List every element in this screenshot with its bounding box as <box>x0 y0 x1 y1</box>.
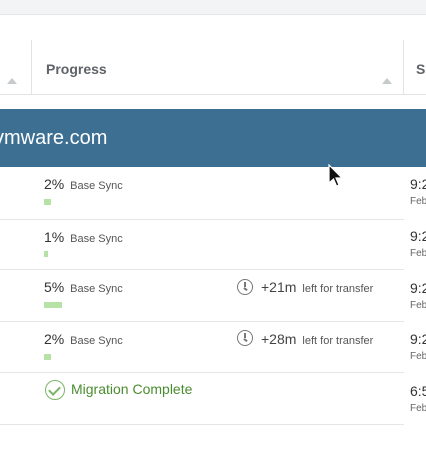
start-time: 9:2 <box>410 280 426 296</box>
table-row[interactable] <box>0 270 426 322</box>
top-toolbar-strip <box>0 0 426 15</box>
progress-text: 1% Base Sync <box>44 229 123 245</box>
start-time: 9:2 <box>410 331 426 347</box>
start-time: 6:5 <box>410 383 426 399</box>
progress-label: Base Sync <box>70 180 123 192</box>
progress-bar <box>44 251 48 257</box>
start-time: 9:2 <box>410 228 426 244</box>
migration-status: Migration Complete <box>71 381 193 397</box>
table-row[interactable] <box>0 167 426 219</box>
column-divider <box>403 40 404 94</box>
clock-icon <box>237 330 253 346</box>
sort-caret-icon[interactable] <box>7 78 17 84</box>
sort-caret-icon[interactable] <box>382 78 392 84</box>
start-date: Feb <box>410 403 426 414</box>
progress-percent: 2% <box>44 176 65 192</box>
eta-text: +21m left for transfer <box>261 279 373 295</box>
eta-label: left for transfer <box>302 335 374 347</box>
group-name: vmware.com <box>0 127 108 149</box>
progress-text: 5% Base Sync <box>44 279 123 295</box>
progress-bar <box>44 354 51 360</box>
table-row[interactable] <box>0 220 426 272</box>
table-row[interactable] <box>0 322 426 374</box>
progress-percent: 5% <box>44 279 65 295</box>
progress-label: Base Sync <box>70 283 123 295</box>
progress-percent: 1% <box>44 229 65 245</box>
start-time: 9:2 <box>410 176 426 192</box>
mouse-cursor-icon <box>328 164 343 187</box>
start-date: Feb <box>410 196 426 207</box>
eta-text: +28m left for transfer <box>261 331 373 347</box>
progress-label: Base Sync <box>70 233 123 245</box>
row-divider <box>0 424 404 425</box>
table-row[interactable] <box>0 373 426 425</box>
progress-bar <box>44 302 62 308</box>
column-divider <box>31 40 32 94</box>
column-header-next[interactable]: S <box>416 61 425 77</box>
start-date: Feb <box>410 300 426 311</box>
progress-percent: 2% <box>44 331 65 347</box>
progress-text: 2% Base Sync <box>44 176 123 192</box>
column-header-progress[interactable]: Progress <box>46 61 107 77</box>
check-circle-icon <box>45 380 65 400</box>
progress-label: Base Sync <box>70 335 123 347</box>
start-date: Feb <box>410 351 426 362</box>
start-date: Feb <box>410 248 426 259</box>
progress-text: 2% Base Sync <box>44 331 123 347</box>
eta-value: +28m <box>261 331 297 347</box>
progress-bar <box>44 199 51 205</box>
eta-value: +21m <box>261 279 297 295</box>
eta-label: left for transfer <box>302 283 374 295</box>
clock-icon <box>237 279 253 295</box>
